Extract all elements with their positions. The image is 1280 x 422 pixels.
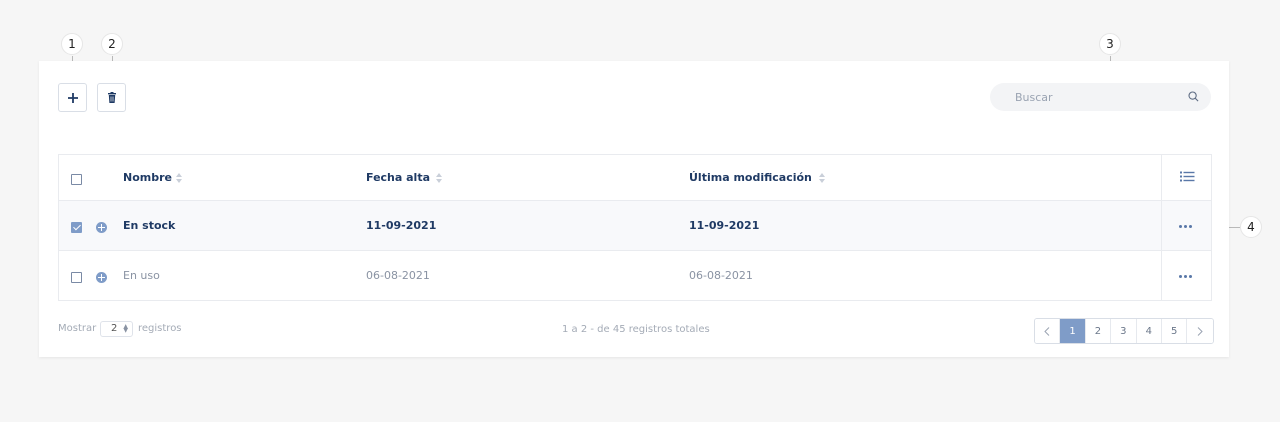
more-horizontal-icon[interactable]: [1179, 225, 1192, 228]
table-row[interactable]: En uso 06-08-2021 06-08-2021: [59, 251, 1211, 300]
table-header: Nombre Fecha alta Última modificación: [59, 155, 1211, 201]
page-button-5[interactable]: 5: [1161, 319, 1188, 343]
page-button-1[interactable]: 1: [1060, 319, 1086, 343]
column-label: Nombre: [123, 171, 172, 184]
table-row[interactable]: En stock 11-09-2021 11-09-2021: [59, 201, 1211, 251]
show-label: Mostrar: [58, 323, 97, 334]
column-header-fecha-alta[interactable]: Fecha alta: [366, 155, 443, 200]
expand-icon[interactable]: [96, 222, 107, 233]
page-button-3[interactable]: 3: [1111, 319, 1137, 343]
select-arrows-icon: ▲ ▼: [123, 323, 128, 334]
page-button-4[interactable]: 4: [1136, 319, 1162, 343]
list-icon[interactable]: [1180, 171, 1195, 183]
cell-ultima-modificacion: 11-09-2021: [689, 219, 760, 232]
select-all-checkbox[interactable]: [71, 174, 82, 185]
callout-marker-2: 2: [101, 33, 123, 55]
column-header-nombre[interactable]: Nombre: [123, 155, 182, 200]
column-label: Fecha alta: [366, 171, 431, 184]
page-size-value: 2: [111, 323, 118, 334]
column-header-ultima-modificacion[interactable]: Última modificación: [689, 155, 825, 200]
cell-fecha-alta: 06-08-2021: [366, 269, 430, 282]
cell-fecha-alta: 11-09-2021: [366, 219, 437, 232]
plus-icon: [67, 92, 78, 103]
next-page-button[interactable]: [1187, 319, 1213, 343]
trash-icon: [107, 92, 116, 103]
cell-nombre: En uso: [123, 269, 160, 282]
callout-marker-4: 4: [1240, 216, 1262, 238]
prev-page-button[interactable]: [1035, 319, 1061, 343]
more-horizontal-icon[interactable]: [1179, 275, 1192, 278]
row-checkbox[interactable]: [71, 222, 82, 233]
data-table: Nombre Fecha alta Última modificación En…: [58, 154, 1212, 301]
search-icon[interactable]: [1188, 91, 1199, 102]
cell-ultima-modificacion: 06-08-2021: [689, 269, 753, 282]
callout-marker-3: 3: [1099, 33, 1121, 55]
search-box: [990, 83, 1211, 111]
callout-marker-1: 1: [61, 33, 83, 55]
sort-icon: [175, 172, 182, 184]
delete-button[interactable]: [97, 83, 126, 112]
page-size-select[interactable]: 2 ▲ ▼: [100, 321, 133, 337]
add-button[interactable]: [58, 83, 87, 112]
search-input[interactable]: [990, 83, 1180, 111]
sort-icon: [436, 172, 443, 184]
list-card: Nombre Fecha alta Última modificación En…: [39, 61, 1229, 357]
column-label: Última modificación: [689, 171, 812, 184]
page-button-2[interactable]: 2: [1085, 319, 1112, 343]
cell-nombre: En stock: [123, 219, 176, 232]
sort-icon: [818, 172, 825, 184]
chevron-left-icon: [1044, 326, 1050, 336]
chevron-right-icon: [1197, 326, 1203, 336]
records-label: registros: [138, 323, 182, 334]
pagination: 1 2 3 4 5: [1034, 318, 1214, 344]
row-checkbox[interactable]: [71, 272, 82, 283]
actions-column-divider: [1161, 155, 1162, 300]
records-summary: 1 a 2 - de 45 registros totales: [562, 324, 710, 335]
expand-icon[interactable]: [96, 272, 107, 283]
